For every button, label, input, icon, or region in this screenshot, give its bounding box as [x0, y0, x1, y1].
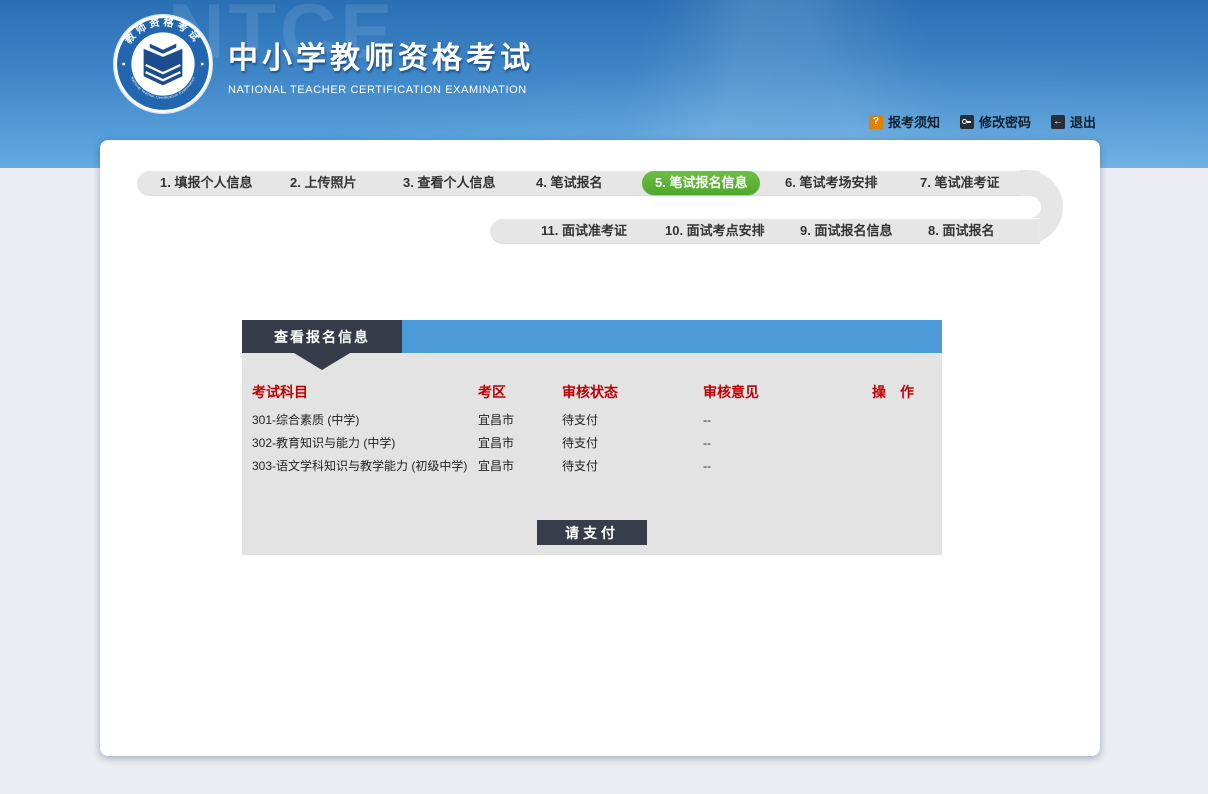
site-subtitle: NATIONAL TEACHER CERTIFICATION EXAMINATI…	[228, 84, 534, 96]
col-review-status: 审核状态	[562, 383, 703, 409]
site-title: 中小学教师资格考试	[228, 33, 534, 77]
exam-notice-label: 报考须知	[888, 112, 940, 131]
panel-body: 考试科目 考区 审核状态 审核意见 操 作 301-综合素质 (中学) 宜昌市 …	[242, 353, 942, 555]
panel-tab-title: 查看报名信息	[242, 320, 402, 353]
change-password-link[interactable]: 修改密码	[960, 112, 1031, 131]
district-cell: 宜昌市	[478, 409, 562, 432]
subject-cell: 301-综合素质 (中学)	[252, 409, 478, 432]
step-8-interview-registration[interactable]: 8. 面试报名	[928, 218, 994, 244]
panel-header: 查看报名信息	[242, 320, 942, 353]
subject-cell: 302-教育知识与能力 (中学)	[252, 432, 478, 455]
key-icon	[960, 115, 974, 129]
header-links: ? 报考须知 修改密码 ← 退出	[869, 112, 1096, 131]
table-row: 302-教育知识与能力 (中学) 宜昌市 待支付 --	[252, 432, 932, 455]
status-cell: 待支付	[562, 409, 703, 432]
col-review-opinion: 审核意见	[703, 383, 872, 409]
registration-table: 考试科目 考区 审核状态 审核意见 操 作 301-综合素质 (中学) 宜昌市 …	[242, 353, 942, 478]
step-6-written-room-arrangement[interactable]: 6. 笔试考场安排	[785, 170, 877, 196]
col-exam-district: 考区	[478, 383, 562, 409]
action-cell	[872, 455, 932, 478]
district-cell: 宜昌市	[478, 455, 562, 478]
action-cell	[872, 432, 932, 455]
step-11-interview-admission-ticket[interactable]: 11. 面试准考证	[541, 218, 627, 244]
step-9-interview-registration-info[interactable]: 9. 面试报名信息	[800, 218, 892, 244]
content-card: 1. 填报个人信息 2. 上传照片 3. 查看个人信息 4. 笔试报名 5. 笔…	[100, 140, 1100, 756]
step-10-interview-site-arrangement[interactable]: 10. 面试考点安排	[665, 218, 765, 244]
pay-button[interactable]: 请支付	[537, 520, 647, 545]
table-header-row: 考试科目 考区 审核状态 审核意见 操 作	[252, 383, 932, 409]
table-row: 303-语文学科知识与教学能力 (初级中学) 宜昌市 待支付 --	[252, 455, 932, 478]
registration-info-panel: 查看报名信息 考试科目 考区 审核状态 审核意见 操 作 301-综合素质 (中…	[242, 320, 942, 555]
status-cell: 待支付	[562, 455, 703, 478]
col-exam-subject: 考试科目	[252, 383, 478, 409]
step-5-written-registration-info[interactable]: 5. 笔试报名信息	[642, 171, 760, 195]
step-4-written-registration[interactable]: 4. 笔试报名	[536, 170, 602, 196]
site-title-block: 中小学教师资格考试 NATIONAL TEACHER CERTIFICATION…	[228, 33, 534, 96]
change-password-label: 修改密码	[979, 112, 1031, 131]
logout-icon: ←	[1051, 115, 1065, 129]
step-2-upload-photo[interactable]: 2. 上传照片	[290, 170, 356, 196]
status-cell: 待支付	[562, 432, 703, 455]
step-7-written-admission-ticket[interactable]: 7. 笔试准考证	[920, 170, 999, 196]
logout-link[interactable]: ← 退出	[1051, 112, 1096, 131]
logout-label: 退出	[1070, 112, 1096, 131]
ntce-logo: 教师资格考试 National Teacher Certification Ex…	[112, 13, 214, 115]
action-cell	[872, 409, 932, 432]
subject-cell: 303-语文学科知识与教学能力 (初级中学)	[252, 455, 478, 478]
col-action: 操 作	[872, 383, 932, 409]
panel-header-bar	[402, 320, 942, 353]
step-1-fill-personal-info[interactable]: 1. 填报个人信息	[160, 170, 252, 196]
table-row: 301-综合素质 (中学) 宜昌市 待支付 --	[252, 409, 932, 432]
panel-tab-arrow	[294, 353, 350, 370]
help-icon: ?	[869, 115, 883, 129]
steps-bar-notch	[1018, 196, 1041, 218]
opinion-cell: --	[703, 432, 872, 455]
district-cell: 宜昌市	[478, 432, 562, 455]
step-3-view-personal-info[interactable]: 3. 查看个人信息	[403, 170, 495, 196]
exam-notice-link[interactable]: ? 报考须知	[869, 112, 940, 131]
opinion-cell: --	[703, 455, 872, 478]
opinion-cell: --	[703, 409, 872, 432]
